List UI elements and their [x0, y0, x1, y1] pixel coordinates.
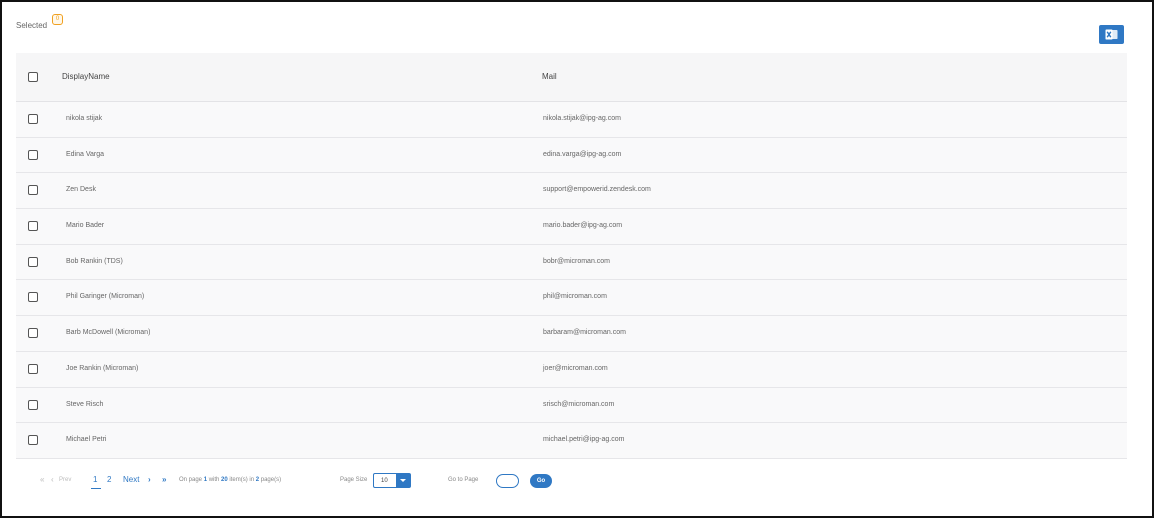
go-to-page-label: Go to Page: [448, 477, 479, 483]
first-page-button[interactable]: «: [40, 475, 44, 484]
cell-mail: edina.varga@ipg-ag.com: [543, 150, 622, 158]
cell-displayname: Barb McDowell (Microman): [66, 329, 151, 337]
column-header-displayname[interactable]: DisplayName: [62, 72, 110, 81]
cell-displayname: Joe Rankin (Microman): [66, 364, 139, 372]
cell-displayname: Steve Risch: [66, 400, 104, 408]
cell-displayname: Phil Garinger (Microman): [66, 293, 145, 301]
app-frame: Selected 0 DisplayName Mail nikola stija…: [0, 0, 1154, 518]
current-page-underline: [91, 488, 101, 489]
go-button[interactable]: Go: [530, 474, 552, 488]
page-info-mid2: item(s) in: [227, 477, 256, 483]
cell-displayname: nikola stijak: [66, 115, 103, 122]
cell-mail: barbaram@microman.com: [543, 329, 626, 337]
next-page-icon[interactable]: ›: [148, 475, 151, 484]
users-table: DisplayName Mail nikola stijak nikola.sti…: [16, 53, 1127, 459]
page-info-suffix: page(s): [259, 477, 282, 483]
export-excel-button[interactable]: [1099, 25, 1124, 44]
page-size-value: 10: [381, 478, 388, 484]
row-checkbox[interactable]: [28, 399, 38, 410]
go-to-page-input[interactable]: [496, 474, 519, 488]
cell-mail: joer@microman.com: [543, 364, 608, 372]
table-row[interactable]: Barb McDowell (Microman) barbaram@microma…: [16, 316, 1127, 352]
cell-mail: mario.bader@ipg-ag.com: [543, 222, 623, 230]
cell-mail: michael.petri@ipg-ag.com: [543, 436, 625, 444]
toolbar: Selected 0: [16, 14, 1138, 44]
table-row[interactable]: Steve Risch srisch@microman.com: [16, 387, 1127, 424]
cell-mail: nikola.stijak@ipg-ag.com: [543, 115, 621, 122]
selected-label: Selected: [16, 21, 48, 30]
row-checkbox[interactable]: [28, 256, 38, 267]
next-page-button[interactable]: Next: [123, 475, 139, 484]
table-row[interactable]: Bob Rankin (TDS) bobr@microman.com: [16, 244, 1127, 281]
cell-mail: bobr@microman.com: [543, 257, 611, 265]
table-row[interactable]: Joe Rankin (Microman) joer@microman.com: [16, 351, 1127, 388]
prev-page-button[interactable]: Prev: [59, 477, 71, 483]
row-checkbox[interactable]: [28, 221, 38, 232]
table-row[interactable]: nikola stijak nikola.stijak@ipg-ag.com: [16, 102, 1127, 138]
cell-displayname: Edina Varga: [66, 150, 105, 158]
cell-displayname: Zen Desk: [66, 186, 96, 194]
page-2-link[interactable]: 2: [107, 475, 111, 484]
chevron-down-icon[interactable]: [396, 474, 410, 487]
page-info-text: On page 1 with 20 item(s) in 2 page(s): [179, 477, 281, 483]
page-info-items: 20: [221, 477, 228, 483]
table-body: nikola stijak nikola.stijak@ipg-ag.com Edi…: [16, 102, 1127, 459]
page-info-mid1: with: [207, 477, 222, 483]
table-row[interactable]: Zen Desk support@empowerid.zendesk.com: [16, 173, 1127, 210]
table-row[interactable]: Phil Garinger (Microman) phil@microman.co…: [16, 280, 1127, 317]
excel-export-icon: [1105, 29, 1118, 40]
row-checkbox[interactable]: [28, 328, 38, 339]
cell-mail: srisch@microman.com: [543, 400, 615, 408]
row-checkbox[interactable]: [28, 435, 38, 446]
cell-mail: phil@microman.com: [543, 293, 607, 301]
column-header-mail[interactable]: Mail: [542, 72, 557, 81]
page-1-link[interactable]: 1: [93, 475, 97, 484]
table-header: DisplayName Mail: [16, 53, 1127, 102]
row-checkbox[interactable]: [28, 114, 38, 124]
page-size-select[interactable]: 10: [373, 473, 411, 488]
cell-mail: support@empowerid.zendesk.com: [543, 186, 651, 194]
row-checkbox[interactable]: [28, 149, 38, 160]
table-row[interactable]: Michael Petri michael.petri@ipg-ag.com: [16, 423, 1127, 459]
prev-page-icon[interactable]: ‹: [51, 475, 54, 484]
page-info-prefix: On page: [179, 477, 204, 483]
cell-displayname: Bob Rankin (TDS): [66, 257, 123, 265]
cell-displayname: Michael Petri: [66, 436, 107, 444]
row-checkbox[interactable]: [28, 185, 38, 196]
cell-displayname: Mario Bader: [66, 222, 105, 230]
table-row[interactable]: Edina Varga edina.varga@ipg-ag.com: [16, 137, 1127, 174]
selected-count-badge: 0: [52, 14, 63, 25]
page-size-label: Page Size: [340, 477, 368, 483]
select-all-checkbox[interactable]: [28, 72, 38, 82]
row-checkbox[interactable]: [28, 363, 38, 374]
table-row[interactable]: Mario Bader mario.bader@ipg-ag.com: [16, 209, 1127, 245]
row-checkbox[interactable]: [28, 292, 38, 303]
last-page-button[interactable]: »: [162, 475, 166, 484]
